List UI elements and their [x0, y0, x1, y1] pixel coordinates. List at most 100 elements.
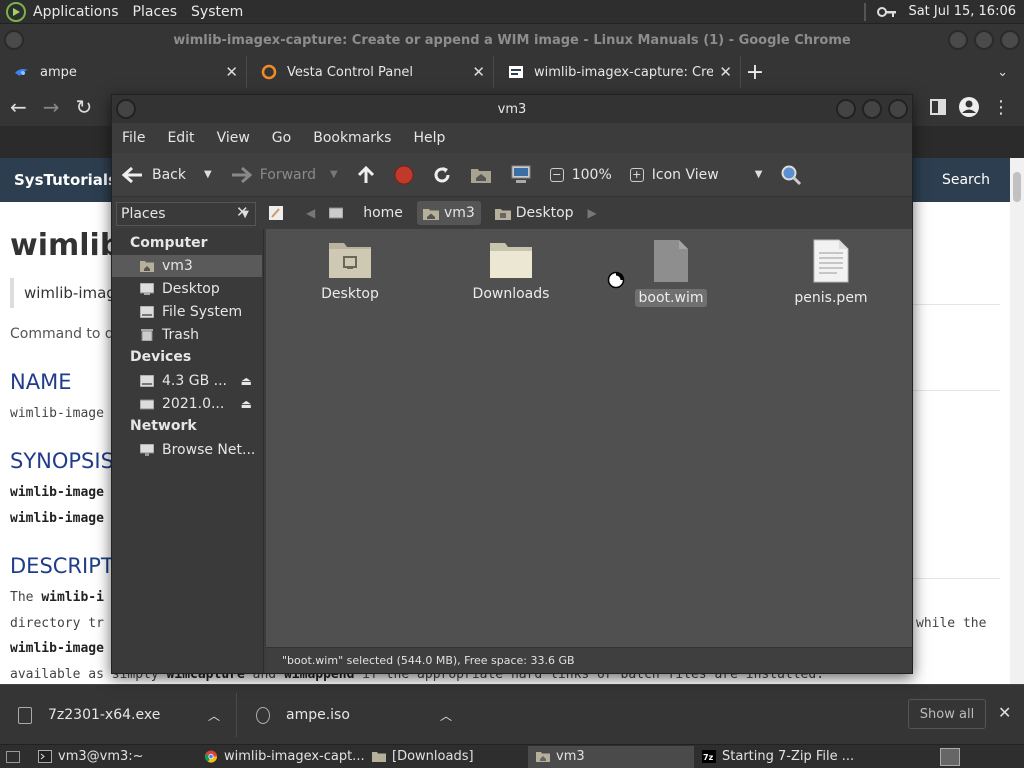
window-menu-button[interactable]	[4, 30, 24, 50]
breadcrumb-label: Desktop	[515, 205, 574, 221]
sidebar-item-browse-network[interactable]: Browse Net...	[112, 439, 262, 461]
menu-go[interactable]: Go	[272, 130, 291, 146]
file-icon-view[interactable]: Desktop Downloads boot.wim penis.pem	[266, 229, 912, 647]
site-search-link[interactable]: Search	[922, 158, 1010, 202]
clock[interactable]: Sat Jul 15, 16:06	[908, 4, 1016, 19]
forward-arrow-icon[interactable]: →	[43, 95, 60, 119]
sidebar-label: 4.3 GB ...	[162, 373, 227, 389]
file-item-downloads[interactable]: Downloads	[451, 239, 571, 303]
taskbar-item-chrome[interactable]: wimlib-imagex-capt...	[196, 746, 364, 768]
window-menu-button[interactable]	[116, 99, 136, 119]
tab-ampe[interactable]: ampe ✕	[0, 56, 247, 88]
tab-title: Vesta Control Panel	[287, 64, 414, 80]
menu-help[interactable]: Help	[413, 130, 445, 146]
divider	[236, 693, 237, 737]
page-scrollbar[interactable]	[1010, 158, 1024, 684]
file-item-penis-pem[interactable]: penis.pem	[771, 239, 891, 307]
desktop-icon	[140, 283, 154, 295]
maximize-button[interactable]	[862, 99, 882, 119]
sidebar-heading-devices: Devices	[130, 349, 192, 365]
breadcrumb-vm3[interactable]: vm3	[416, 201, 481, 225]
profile-avatar-icon[interactable]	[958, 96, 980, 118]
menu-view[interactable]: View	[217, 130, 250, 146]
heading-synopsis: SYNOPSIS	[10, 449, 114, 473]
chevron-up-icon[interactable]: ︿	[440, 707, 452, 724]
chevron-up-icon[interactable]: ︿	[208, 707, 220, 724]
file-item-desktop[interactable]: Desktop	[290, 239, 410, 303]
site-brand[interactable]: SysTutorials	[14, 171, 117, 189]
minimize-button[interactable]	[836, 99, 856, 119]
close-sidebar-icon[interactable]: ✕	[236, 203, 249, 221]
show-all-button[interactable]: Show all	[908, 699, 986, 729]
dropdown-arrow-icon[interactable]: ▼	[204, 169, 212, 180]
sidebar-item-device-1[interactable]: 4.3 GB ... ⏏	[112, 370, 262, 392]
back-button[interactable]: Back ▼	[122, 166, 212, 184]
sidebar-type-select[interactable]: Places ▼	[116, 202, 256, 226]
sidebar-heading-network: Network	[130, 418, 197, 434]
menu-edit[interactable]: Edit	[167, 130, 194, 146]
up-button[interactable]	[356, 165, 376, 185]
computer-button[interactable]	[510, 165, 532, 185]
home-folder-icon	[470, 168, 491, 183]
breadcrumb-right-arrow-icon[interactable]: ▶	[588, 206, 597, 220]
tab-wimlib[interactable]: wimlib-imagex-capture: Creat ✕	[494, 56, 741, 88]
sidebar-item-vm3[interactable]: vm3	[112, 255, 262, 277]
workspace-switcher[interactable]	[940, 747, 960, 766]
menu-bookmarks[interactable]: Bookmarks	[313, 130, 391, 146]
maximize-button[interactable]	[974, 30, 994, 50]
chrome-menu-icon[interactable]: ⋮	[992, 97, 1010, 118]
network-key-icon[interactable]	[876, 5, 898, 19]
up-arrow-icon	[357, 165, 374, 183]
zoom-in-button[interactable]: + Icon View ▼	[629, 167, 763, 183]
side-panel-icon[interactable]	[930, 99, 946, 115]
breadcrumb-desktop[interactable]: Desktop	[489, 201, 580, 225]
scrollbar-thumb[interactable]	[1013, 172, 1021, 202]
close-button[interactable]	[1000, 30, 1020, 50]
download-item[interactable]: ampe.iso ︿	[256, 685, 466, 745]
home-button[interactable]	[470, 166, 492, 184]
taskbar-item-7zip[interactable]: 7z Starting 7-Zip File ...	[694, 746, 870, 768]
file-item-boot-wim[interactable]: boot.wim	[611, 239, 731, 307]
taskbar-item-vm3[interactable]: vm3	[528, 745, 694, 768]
view-mode-label[interactable]: Icon View	[652, 167, 719, 183]
back-arrow-icon[interactable]: ←	[10, 95, 27, 119]
search-button[interactable]	[780, 164, 802, 186]
reload-button[interactable]	[432, 165, 452, 185]
zoom-out-button[interactable]: − 100%	[549, 167, 612, 183]
reload-icon[interactable]: ↻	[76, 95, 93, 119]
sidebar-item-trash[interactable]: Trash	[112, 324, 262, 346]
tab-search-chevron-icon[interactable]: ⌄	[997, 65, 1008, 80]
places-sidebar: Computer vm3 Desktop File System Trash D…	[112, 229, 264, 673]
eject-icon[interactable]: ⏏	[241, 397, 252, 411]
sidebar-item-desktop[interactable]: Desktop	[112, 278, 262, 300]
menu-applications[interactable]: Applications	[26, 4, 126, 20]
distro-logo-icon[interactable]	[6, 1, 26, 22]
close-icon[interactable]: ✕	[998, 703, 1011, 722]
dropdown-arrow-icon[interactable]: ▼	[330, 169, 338, 180]
breadcrumb-left-arrow-icon[interactable]: ◀	[306, 206, 315, 220]
breadcrumb-root[interactable]	[323, 201, 349, 225]
menu-file[interactable]: File	[122, 130, 145, 146]
edit-location-icon[interactable]	[268, 205, 284, 221]
stop-button[interactable]	[394, 165, 414, 185]
svg-text:7z: 7z	[703, 753, 714, 762]
show-desktop-icon[interactable]	[6, 750, 20, 763]
close-tab-icon[interactable]: ✕	[225, 63, 238, 81]
close-button[interactable]	[888, 99, 908, 119]
breadcrumb-home[interactable]: home	[357, 201, 409, 225]
eject-icon[interactable]: ⏏	[241, 374, 252, 388]
menu-system[interactable]: System	[184, 4, 250, 20]
menu-places[interactable]: Places	[126, 4, 185, 20]
new-tab-button[interactable]: +	[741, 60, 769, 85]
forward-button[interactable]: Forward ▼	[230, 166, 338, 184]
close-tab-icon[interactable]: ✕	[719, 63, 732, 81]
download-item[interactable]: 7z2301-x64.exe ︿	[18, 685, 238, 745]
taskbar-item-terminal[interactable]: vm3@vm3:~	[30, 746, 196, 768]
minimize-button[interactable]	[948, 30, 968, 50]
sidebar-item-file-system[interactable]: File System	[112, 301, 262, 323]
sidebar-item-device-2[interactable]: 2021.0... ⏏	[112, 393, 262, 415]
tab-vesta[interactable]: Vesta Control Panel ✕	[247, 56, 494, 88]
view-mode-dropdown-icon[interactable]: ▼	[755, 169, 763, 180]
close-tab-icon[interactable]: ✕	[472, 63, 485, 81]
taskbar-item-downloads[interactable]: [Downloads]	[364, 746, 528, 768]
